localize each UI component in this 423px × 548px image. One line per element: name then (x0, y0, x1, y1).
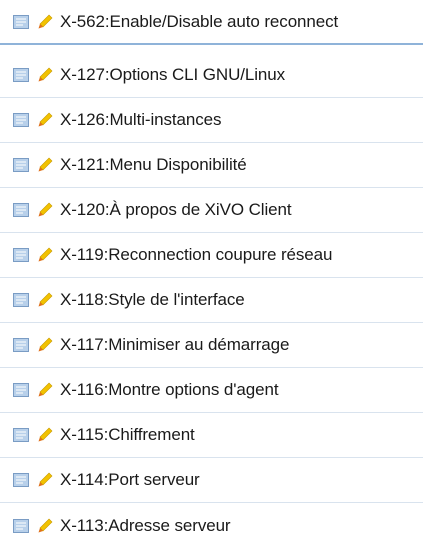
page-icon (13, 293, 29, 307)
page-icon (13, 68, 29, 82)
page-icon (13, 473, 29, 487)
list-item[interactable]: X-114:Port serveur (0, 458, 423, 503)
pencil-icon[interactable] (37, 518, 53, 534)
list-item-label[interactable]: X-114:Port serveur (60, 470, 200, 490)
page-icon (13, 14, 29, 29)
list-item-label[interactable]: X-562:Enable/Disable auto reconnect (60, 12, 338, 32)
pencil-icon[interactable] (37, 337, 53, 353)
pencil-icon[interactable] (37, 112, 53, 128)
pencil-icon[interactable] (37, 247, 53, 263)
list-item-label[interactable]: X-115:Chiffrement (60, 425, 195, 445)
list-item[interactable]: X-115:Chiffrement (0, 413, 423, 458)
list-item[interactable]: X-118:Style de l'interface (0, 278, 423, 323)
list-item[interactable]: X-116:Montre options d'agent (0, 368, 423, 413)
pencil-icon[interactable] (37, 67, 53, 83)
list-item[interactable]: X-562:Enable/Disable auto reconnect (0, 0, 423, 45)
issue-list: X-562:Enable/Disable auto reconnect X-12… (0, 0, 423, 539)
list-item-label[interactable]: X-117:Minimiser au démarrage (60, 335, 289, 355)
list-item[interactable]: X-117:Minimiser au démarrage (0, 323, 423, 368)
pencil-icon[interactable] (37, 427, 53, 443)
pencil-icon[interactable] (37, 472, 53, 488)
list-item[interactable]: X-113:Adresse serveur (0, 503, 423, 548)
page-icon (13, 248, 29, 262)
list-item[interactable]: X-126:Multi-instances (0, 98, 423, 143)
list-item-label[interactable]: X-127:Options CLI GNU/Linux (60, 65, 285, 85)
list-item[interactable]: X-120:À propos de XiVO Client (0, 188, 423, 233)
list-item[interactable]: X-119:Reconnection coupure réseau (0, 233, 423, 278)
pencil-icon[interactable] (37, 382, 53, 398)
page-icon (13, 203, 29, 217)
pencil-icon[interactable] (37, 292, 53, 308)
pencil-icon[interactable] (37, 202, 53, 218)
page-icon (13, 338, 29, 352)
list-item-label[interactable]: X-119:Reconnection coupure réseau (60, 245, 332, 265)
list-item-label[interactable]: X-126:Multi-instances (60, 110, 221, 130)
page-icon (13, 518, 29, 533)
list-item-label[interactable]: X-120:À propos de XiVO Client (60, 200, 292, 220)
list-item-label[interactable]: X-116:Montre options d'agent (60, 380, 279, 400)
pencil-icon[interactable] (37, 14, 53, 30)
list-item-label[interactable]: X-113:Adresse serveur (60, 516, 231, 536)
page-icon (13, 383, 29, 397)
page-icon (13, 428, 29, 442)
page-icon (13, 113, 29, 127)
list-item-label[interactable]: X-118:Style de l'interface (60, 290, 245, 310)
page-icon (13, 158, 29, 172)
list-item[interactable]: X-121:Menu Disponibilité (0, 143, 423, 188)
pencil-icon[interactable] (37, 157, 53, 173)
list-item-label[interactable]: X-121:Menu Disponibilité (60, 155, 247, 175)
list-item[interactable]: X-127:Options CLI GNU/Linux (0, 53, 423, 98)
